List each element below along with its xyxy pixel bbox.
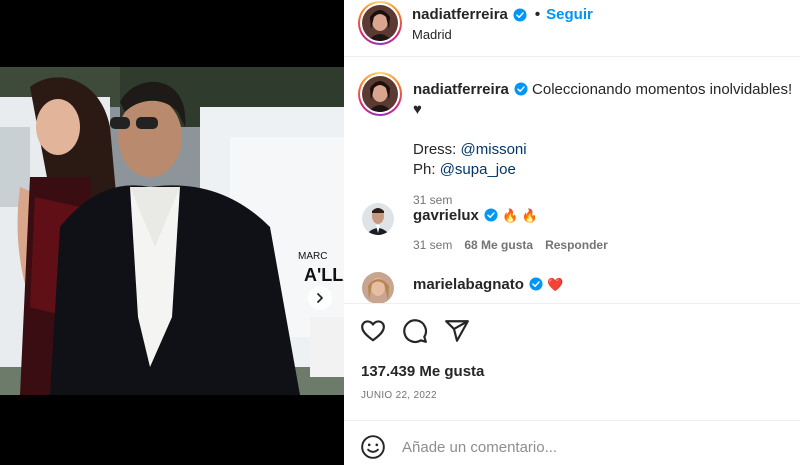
comment-timestamp[interactable]: 31 sem	[413, 238, 452, 252]
comment-text: ❤️	[547, 277, 564, 292]
post-actions	[360, 318, 470, 344]
comment-likes[interactable]: 68 Me gusta	[464, 238, 533, 252]
divider	[344, 303, 800, 304]
comment-username[interactable]: gavrielux	[413, 207, 479, 224]
author-username[interactable]: nadiatferreira	[412, 6, 508, 23]
add-comment-input[interactable]	[402, 438, 762, 456]
caption-dress-label: Dress:	[413, 141, 457, 158]
add-comment-row	[360, 434, 762, 460]
caption-body: nadiatferreira Coleccionando momentos in…	[413, 80, 793, 210]
svg-text:MARC: MARC	[298, 251, 327, 262]
post-date[interactable]: JUNIO 22, 2022	[361, 390, 437, 401]
svg-text:A'LLA: A'LLA	[304, 265, 344, 285]
share-icon[interactable]	[444, 318, 470, 344]
caption-ph-label: Ph:	[413, 161, 436, 178]
verified-badge-icon	[514, 82, 528, 96]
caption-username[interactable]: nadiatferreira	[413, 81, 509, 98]
verified-badge-icon	[529, 277, 543, 291]
follow-button[interactable]: Seguir	[546, 6, 593, 23]
caption-avatar[interactable]	[358, 72, 402, 116]
comment-body: gavrielux 🔥 🔥 31 sem 68 Me gusta Respond…	[413, 207, 783, 252]
mention-link-missoni[interactable]: @missoni	[461, 141, 527, 158]
likes-count[interactable]: 137.439 Me gusta	[361, 363, 484, 380]
caption-avatar-image	[362, 76, 398, 112]
commenter-avatar[interactable]	[362, 203, 394, 235]
author-avatar[interactable]	[358, 1, 402, 45]
verified-badge-icon	[513, 8, 527, 21]
comment-text: 🔥 🔥	[502, 208, 539, 223]
comment-body: marielabagnato ❤️	[413, 276, 783, 293]
comment-icon[interactable]	[402, 318, 428, 344]
mention-link-supa-joe[interactable]: @supa_joe	[440, 161, 516, 178]
heart-icon[interactable]	[360, 318, 386, 344]
photo-illustration: MARC A'LLA	[0, 67, 344, 395]
post-header: nadiatferreira • Seguir Madrid	[344, 0, 800, 56]
carousel-next-button[interactable]	[308, 286, 332, 310]
post-location[interactable]: Madrid	[412, 27, 452, 42]
header-separator: •	[534, 6, 541, 23]
comment-meta: 31 sem 68 Me gusta Responder	[413, 238, 783, 252]
chevron-right-icon	[317, 293, 323, 303]
reply-button[interactable]: Responder	[545, 238, 608, 252]
post-side-panel: nadiatferreira • Seguir Madrid nadiatfer…	[344, 0, 800, 465]
verified-badge-icon	[484, 208, 498, 222]
comment-username[interactable]: marielabagnato	[413, 276, 524, 293]
divider	[344, 420, 800, 421]
post-photo[interactable]: MARC A'LLA	[0, 67, 344, 395]
commenter-avatar[interactable]	[362, 272, 394, 303]
commenter-avatar-image	[362, 203, 394, 235]
author-username-row: nadiatferreira • Seguir	[412, 6, 593, 23]
author-avatar-image	[362, 5, 398, 41]
emoji-icon[interactable]	[360, 434, 386, 460]
commenter-avatar-image	[362, 272, 394, 303]
post-media-panel: MARC A'LLA	[0, 0, 344, 465]
comments-list[interactable]: nadiatferreira Coleccionando momentos in…	[344, 57, 800, 303]
